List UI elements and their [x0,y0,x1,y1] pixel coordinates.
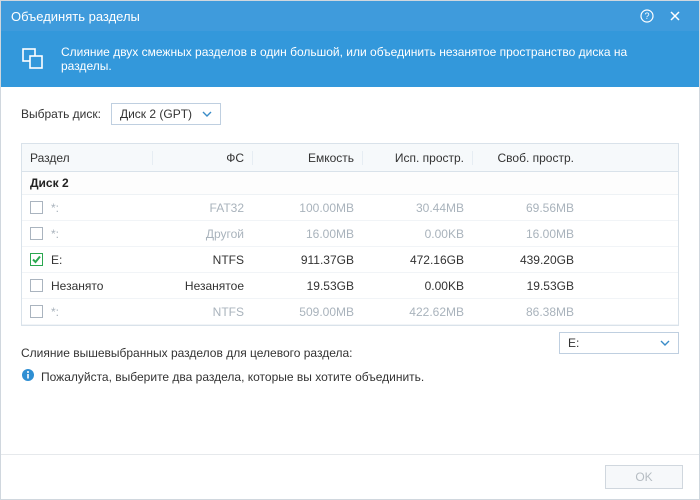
partition-table: Раздел ФС Емкость Исп. простр. Своб. про… [21,143,679,326]
col-fs[interactable]: ФС [152,151,252,165]
close-button[interactable] [661,6,689,26]
capacity-cell: 16.00MB [252,227,362,241]
table-row[interactable]: *: Другой 16.00MB 0.00KB 16.00MB [22,221,678,247]
capacity-cell: 911.37GB [252,253,362,267]
hint-row: Пожалуйста, выберите два раздела, которы… [21,368,679,385]
free-cell: 16.00MB [472,227,582,241]
table-row[interactable]: *: FAT32 100.00MB 30.44MB 69.56MB [22,195,678,221]
col-capacity[interactable]: Емкость [252,151,362,165]
svg-text:?: ? [644,11,649,21]
table-row[interactable]: E: NTFS 911.37GB 472.16GB 439.20GB [22,247,678,273]
hint-text: Пожалуйста, выберите два раздела, которы… [41,370,424,384]
row-checkbox[interactable] [30,227,43,240]
partition-name: *: [51,201,59,215]
dialog-footer: OK [1,454,699,499]
used-cell: 422.62MB [362,305,472,319]
col-used[interactable]: Исп. простр. [362,151,472,165]
col-partition[interactable]: Раздел [22,151,152,165]
fs-cell: NTFS [152,253,252,267]
merge-partitions-icon [19,45,47,73]
dialog-window: Объединять разделы ? Слияние двух смежны… [0,0,700,500]
help-icon: ? [640,9,654,23]
merge-target-select[interactable]: E: [559,332,679,354]
col-free[interactable]: Своб. простр. [472,151,582,165]
partition-name: *: [51,227,59,241]
capacity-cell: 100.00MB [252,201,362,215]
ok-button-label: OK [635,470,652,484]
row-checkbox[interactable] [30,201,43,214]
fs-cell: Незанятое [152,279,252,293]
fs-cell: NTFS [152,305,252,319]
used-cell: 30.44MB [362,201,472,215]
info-icon [21,368,35,385]
used-cell: 0.00KB [362,227,472,241]
close-icon [669,10,681,22]
table-header: Раздел ФС Емкость Исп. простр. Своб. про… [22,144,678,172]
disk-select-label: Выбрать диск: [21,107,101,121]
chevron-down-icon [660,338,670,348]
capacity-cell: 509.00MB [252,305,362,319]
help-button[interactable]: ? [633,6,661,26]
banner-text: Слияние двух смежных разделов в один бол… [61,45,681,73]
check-icon [31,254,42,265]
merge-target-value: E: [568,336,579,350]
partition-name: Незанято [51,279,103,293]
free-cell: 439.20GB [472,253,582,267]
disk-select-row: Выбрать диск: Диск 2 (GPT) [21,103,679,125]
merge-target-row: Слияние вышевыбранных разделов для целев… [21,326,679,360]
free-cell: 69.56MB [472,201,582,215]
partition-name: E: [51,253,62,267]
titlebar: Объединять разделы ? [1,1,699,31]
ok-button[interactable]: OK [605,465,683,489]
disk-select[interactable]: Диск 2 (GPT) [111,103,221,125]
fs-cell: Другой [152,227,252,241]
window-title: Объединять разделы [11,9,633,24]
row-checkbox[interactable] [30,305,43,318]
content-area: Выбрать диск: Диск 2 (GPT) Раздел ФС Емк… [1,87,699,454]
merge-target-label: Слияние вышевыбранных разделов для целев… [21,346,353,360]
disk-group-header: Диск 2 [22,172,678,195]
chevron-down-icon [202,109,212,119]
fs-cell: FAT32 [152,201,252,215]
used-cell: 472.16GB [362,253,472,267]
partition-name: *: [51,305,59,319]
row-checkbox[interactable] [30,253,43,266]
table-row[interactable]: Незанято Незанятое 19.53GB 0.00KB 19.53G… [22,273,678,299]
row-checkbox[interactable] [30,279,43,292]
capacity-cell: 19.53GB [252,279,362,293]
free-cell: 19.53GB [472,279,582,293]
free-cell: 86.38MB [472,305,582,319]
info-banner: Слияние двух смежных разделов в один бол… [1,31,699,87]
table-row[interactable]: *: NTFS 509.00MB 422.62MB 86.38MB [22,299,678,325]
disk-select-value: Диск 2 (GPT) [120,107,192,121]
used-cell: 0.00KB [362,279,472,293]
